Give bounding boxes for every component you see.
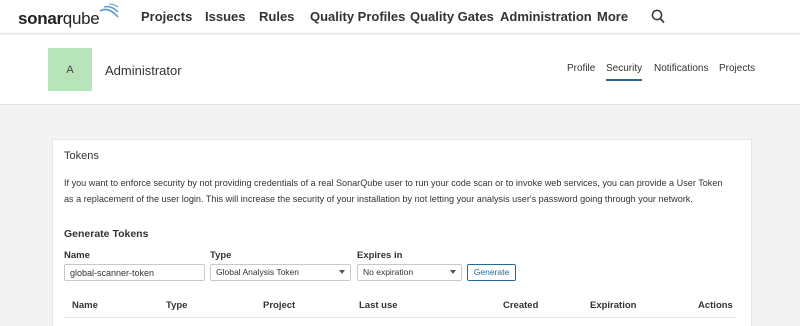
nav-projects[interactable]: Projects: [141, 9, 192, 24]
account-header: A Administrator Profile Security Notific…: [0, 35, 800, 105]
avatar: A: [48, 48, 92, 91]
nav-more[interactable]: More: [597, 9, 628, 24]
token-type-select[interactable]: Global Analysis Token: [210, 264, 351, 281]
nav-administration[interactable]: Administration: [500, 9, 592, 24]
chevron-down-icon: [450, 270, 456, 274]
column-type: Type: [166, 300, 188, 311]
nav-quality-gates[interactable]: Quality Gates: [410, 9, 494, 24]
expiration-value: No expiration: [363, 267, 414, 277]
token-name-input[interactable]: [64, 264, 205, 281]
token-type-value: Global Analysis Token: [216, 267, 300, 277]
name-label: Name: [64, 250, 90, 261]
chevron-down-icon: [339, 270, 345, 274]
tokens-description: If you want to enforce security by not p…: [64, 178, 723, 204]
generate-button[interactable]: Generate: [467, 264, 516, 281]
column-project: Project: [263, 300, 296, 311]
tokens-title: Tokens: [64, 150, 99, 162]
column-expiration: Expiration: [590, 300, 637, 311]
tab-security[interactable]: Security: [606, 63, 643, 81]
top-navbar: sonarqube Projects Issues Rules Quality …: [0, 0, 800, 34]
logo-text: sonarqube: [18, 9, 100, 28]
column-created: Created: [503, 300, 539, 311]
search-icon[interactable]: [651, 9, 665, 24]
tab-notifications[interactable]: Notifications: [654, 63, 708, 74]
logo-arc-icon: [99, 3, 119, 18]
nav-rules[interactable]: Rules: [259, 9, 294, 24]
column-last-use: Last use: [359, 300, 398, 311]
tokens-card: Tokens If you want to enforce security b…: [52, 139, 752, 326]
tab-profile[interactable]: Profile: [567, 63, 595, 74]
table-header-divider: [64, 317, 736, 318]
account-name: Administrator: [105, 63, 182, 78]
nav-quality-profiles[interactable]: Quality Profiles: [310, 9, 405, 24]
tab-projects[interactable]: Projects: [719, 63, 755, 74]
expiration-select[interactable]: No expiration: [357, 264, 462, 281]
expires-label: Expires in: [357, 250, 403, 261]
generate-tokens-title: Generate Tokens: [64, 228, 149, 240]
type-label: Type: [210, 250, 232, 261]
column-name: Name: [72, 300, 98, 311]
column-actions: Actions: [698, 300, 733, 311]
nav-issues[interactable]: Issues: [205, 9, 245, 24]
